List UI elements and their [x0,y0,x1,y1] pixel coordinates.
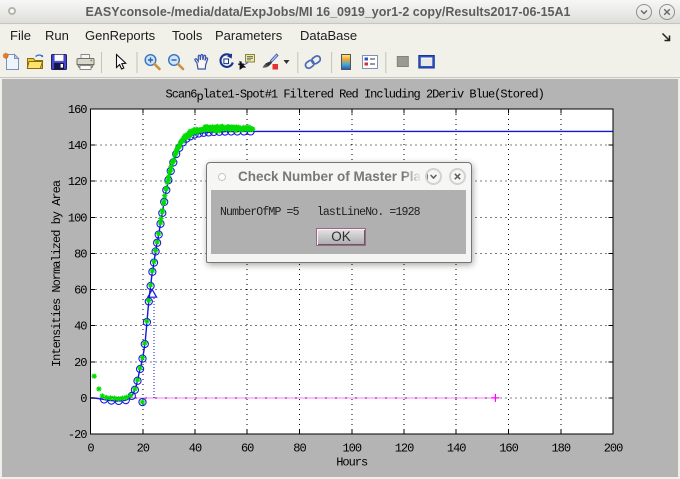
svg-text:Intensities Normalized by Area: Intensities Normalized by Area [50,180,64,367]
svg-text:60: 60 [74,284,87,298]
svg-text:40: 40 [189,442,202,456]
svg-text:80: 80 [74,248,87,262]
svg-text:0: 0 [87,442,94,456]
svg-text:160: 160 [68,103,87,117]
svg-text:160: 160 [499,442,518,456]
svg-text:180: 180 [551,442,570,456]
svg-text:40: 40 [74,320,87,334]
svg-text:100: 100 [68,211,87,225]
svg-text:100: 100 [342,442,361,456]
svg-text:80: 80 [293,442,306,456]
svg-text:60: 60 [241,442,254,456]
svg-text:200: 200 [604,442,623,456]
svg-text:Hours: Hours [336,456,368,470]
svg-text:-20: -20 [68,428,87,442]
svg-text:120: 120 [68,175,87,189]
svg-text:0: 0 [80,392,87,406]
svg-text:120: 120 [395,442,414,456]
svg-text:140: 140 [68,139,87,153]
svg-text:20: 20 [74,356,87,370]
svg-text:140: 140 [447,442,466,456]
svg-text:20: 20 [137,442,150,456]
svg-text:Scan6plate1-Spot#1 Filtered Re: Scan6plate1-Spot#1 Filtered Red Includin… [166,88,544,105]
